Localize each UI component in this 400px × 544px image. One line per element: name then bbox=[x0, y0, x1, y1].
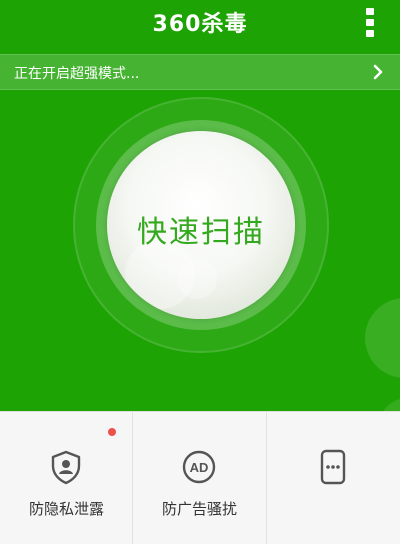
more-vertical-icon[interactable] bbox=[362, 8, 378, 38]
decorative-circle bbox=[378, 398, 400, 411]
app-root: 360杀毒 正在开启超强模式... 快速扫描 防隐私泄露 AD 防广告骚扰 bbox=[0, 0, 400, 544]
feature-label: 防隐私泄露 bbox=[28, 500, 104, 518]
ad-icon: AD bbox=[182, 450, 216, 484]
feature-label: 防广告骚扰 bbox=[161, 500, 237, 518]
shield-user-icon bbox=[51, 450, 81, 485]
title-bar: 360杀毒 bbox=[0, 0, 400, 46]
svg-text:AD: AD bbox=[190, 460, 209, 475]
feature-ad-blocking[interactable]: AD 防广告骚扰 bbox=[133, 412, 266, 544]
quick-scan-button[interactable]: 快速扫描 bbox=[107, 131, 295, 319]
banner-text: 正在开启超强模式... bbox=[14, 66, 140, 82]
feature-bar: 防隐私泄露 AD 防广告骚扰 bbox=[0, 411, 400, 544]
chevron-right-icon bbox=[373, 64, 383, 80]
decorative-circle bbox=[365, 298, 400, 378]
app-title: 360杀毒 bbox=[152, 12, 248, 37]
feature-privacy-protection[interactable]: 防隐私泄露 bbox=[0, 412, 133, 544]
main-panel: 360杀毒 正在开启超强模式... 快速扫描 bbox=[0, 0, 400, 411]
super-mode-banner[interactable]: 正在开启超强模式... bbox=[0, 54, 400, 90]
notification-dot bbox=[108, 428, 116, 436]
feature-phone-message[interactable] bbox=[267, 412, 400, 544]
phone-message-icon bbox=[320, 449, 346, 485]
decorative-bubble bbox=[177, 259, 217, 299]
quick-scan-label: 快速扫描 bbox=[137, 215, 265, 250]
